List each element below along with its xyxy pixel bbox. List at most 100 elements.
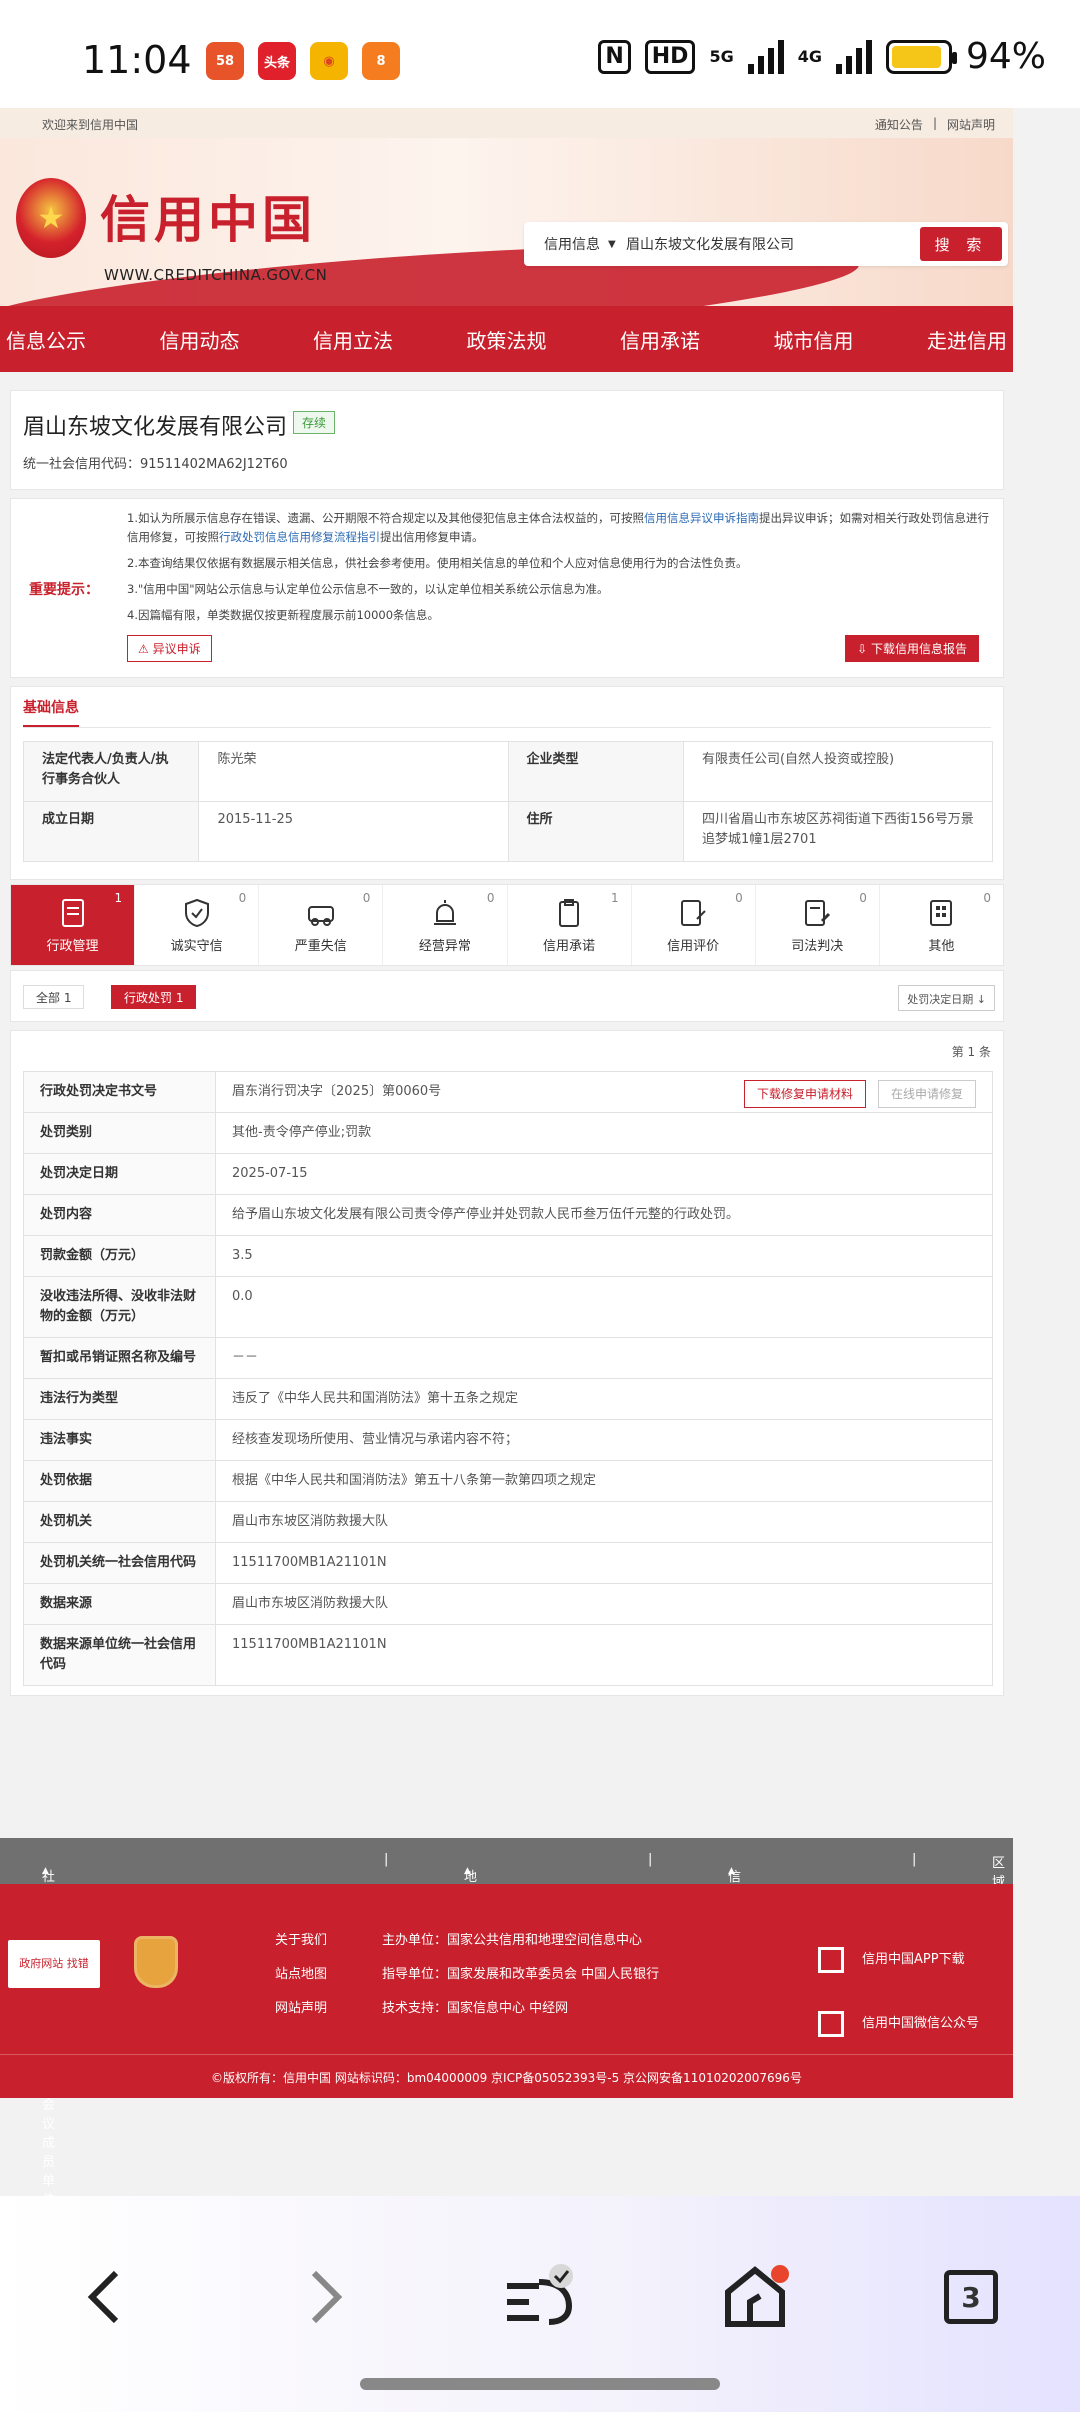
nfc-icon: N — [598, 39, 631, 74]
tab-count: 0 — [983, 891, 991, 905]
tab-judgment[interactable]: 0 司法判决 — [756, 885, 880, 965]
notice-card: 重要提示： 1.如认为所展示信息存在错误、遗漏、公开期限不符合规定以及其他侵犯信… — [10, 498, 1004, 678]
tab-label: 信用评价 — [667, 938, 720, 954]
appeal-guide-link[interactable]: 信用信息异议申诉指南 — [644, 511, 759, 525]
download-report-button[interactable]: ⇩ 下载信用信息报告 — [845, 635, 979, 662]
field-label: 违法行为类型 — [23, 1378, 216, 1420]
site-header: ★ 信用中国 WWW.CREDITCHINA.GOV.CN 信用信息 ▼ 眉山东… — [0, 138, 1013, 306]
table-row: 数据来源单位统一社会信用代码 11511700MB1A21101N — [23, 1624, 993, 1686]
filter-penalty-chip[interactable]: 行政处罚 1 — [111, 985, 197, 1009]
table-row: 处罚类别 其他-责令停产停业;罚款 — [23, 1112, 993, 1154]
penalty-detail-card: 第 1 条 行政处罚决定书文号 眉东消行罚决字〔2025〕第0060号 下载修复申… — [10, 1030, 1004, 1696]
site-logo[interactable]: 信用中国 — [100, 180, 316, 252]
search-type-select[interactable]: 信用信息 ▼ — [524, 234, 620, 254]
field-value: 四川省眉山市东坡区苏祠街道下西街156号万景追梦城1幢1层2701 — [682, 801, 994, 862]
tabs-button[interactable]: 3 — [926, 2252, 1016, 2342]
statement-link[interactable]: 网站声明 — [275, 1992, 327, 2026]
tab-commitment[interactable]: 1 信用承诺 — [508, 885, 632, 965]
host-unit: 主办单位：国家公共信用和地理空间信息中心 — [382, 1933, 643, 1948]
caret-up-icon: ▲ — [728, 1866, 735, 1876]
notice-link[interactable]: 通知公告 — [875, 116, 923, 133]
field-value: 有限责任公司(自然人投资或控股) — [682, 741, 994, 802]
tab-evaluation[interactable]: 0 信用评价 — [632, 885, 756, 965]
notice-items: 1.如认为所展示信息存在错误、遗漏、公开期限不符合规定以及其他侵犯信息主体合法权… — [127, 509, 995, 632]
tab-serious-dishonesty[interactable]: 0 严重失信 — [259, 885, 384, 965]
ai-assistant-button[interactable] — [494, 2252, 584, 2342]
company-name: 眉山东坡文化发展有限公司 — [23, 415, 288, 440]
tab-label: 信用承诺 — [543, 938, 596, 954]
appeal-label: 异议申诉 — [152, 642, 201, 656]
search-button[interactable]: 搜 索 — [920, 227, 1002, 261]
nav-item-legislation[interactable]: 信用立法 — [313, 325, 393, 354]
sitemap-link[interactable]: 站点地图 — [275, 1958, 327, 1992]
field-value: 11511700MB1A21101N — [215, 1624, 993, 1686]
sort-select[interactable]: 处罚决定日期 ↓ — [898, 985, 995, 1011]
field-value: 其他-责令停产停业;罚款 — [215, 1112, 993, 1154]
tab-count: 1 — [610, 891, 619, 905]
table-row: 处罚依据 根据《中华人民共和国消防法》第五十八条第一款第四项之规定 — [23, 1460, 993, 1502]
search-type-label: 信用信息 — [544, 237, 600, 253]
tab-count: 1 — [114, 891, 123, 905]
gov-site-error-badge[interactable]: 政府网站 找错 — [8, 1940, 100, 1988]
field-label: 处罚类别 — [23, 1112, 216, 1154]
search-input[interactable]: 眉山东坡文化发展有限公司 — [620, 234, 920, 254]
table-row: 处罚机关 眉山市东坡区消防救援大队 — [23, 1501, 993, 1543]
tab-abnormal[interactable]: 0 经营异常 — [383, 885, 508, 965]
nav-item-info[interactable]: 信息公示 — [6, 325, 86, 354]
table-row: 没收违法所得、没收非法财物的金额（万元） 0.0 — [23, 1276, 993, 1338]
status-icons: N HD 5G 4G 94% — [598, 36, 1046, 77]
tab-count: 0 — [362, 891, 371, 905]
top-bar: 欢迎来到信用中国 通知公告 | 网站声明 — [0, 108, 1013, 138]
nav-item-news[interactable]: 信用动态 — [160, 325, 240, 354]
tab-admin[interactable]: 1 行政管理 — [11, 885, 136, 965]
field-value: 眉山市东坡区消防救援大队 — [215, 1583, 993, 1625]
download-label: 下载信用信息报告 — [870, 642, 967, 656]
tab-other[interactable]: 0 其他 — [880, 885, 1003, 965]
notice-label: 重要提示： — [29, 582, 99, 598]
wechat-link[interactable]: 信用中国微信公众号 — [818, 1992, 979, 2056]
arrow-down-icon: ↓ — [976, 993, 986, 1006]
credit-code-label: 统一社会信用代码： — [23, 457, 141, 472]
app-download-label: 信用中国APP下载 — [862, 1952, 965, 1967]
about-link[interactable]: 关于我们 — [275, 1924, 327, 1958]
forward-button[interactable] — [280, 2252, 370, 2342]
field-value: 违反了《中华人民共和国消防法》第十五条之规定 — [215, 1378, 993, 1420]
divider — [23, 727, 991, 728]
repair-guide-link[interactable]: 行政处罚信息信用修复流程指引 — [219, 530, 380, 544]
notice-item-4: 4.因篇幅有限，单类数据仅按更新程度展示前10000条信息。 — [127, 608, 440, 622]
field-label: 处罚依据 — [23, 1460, 216, 1502]
separator: | — [648, 1852, 653, 1867]
nav-item-commitment[interactable]: 信用承诺 — [620, 325, 700, 354]
battery-percent: 94% — [965, 36, 1046, 77]
notice-text: 提出信用修复申请。 — [380, 530, 484, 544]
online-repair-button[interactable]: 在线申请修复 — [877, 1080, 976, 1108]
home-icon — [725, 2265, 789, 2327]
national-emblem-icon: ★ — [16, 178, 86, 258]
nav-item-about[interactable]: 走进信用 — [927, 325, 1007, 354]
tab-integrity[interactable]: 0 诚实守信 — [135, 885, 260, 965]
person-icon: ⚠ — [138, 642, 153, 656]
table-row: 行政处罚决定书文号 眉东消行罚决字〔2025〕第0060号 下载修复申请材料 在线申… — [23, 1071, 993, 1113]
field-value: 根据《中华人民共和国消防法》第五十八条第一款第四项之规定 — [215, 1460, 993, 1502]
field-value: 眉山市东坡区消防救援大队 — [215, 1501, 993, 1543]
notice-item-1: 1.如认为所展示信息存在错误、遗漏、公开期限不符合规定以及其他侵犯信息主体合法权… — [127, 509, 995, 547]
appeal-button[interactable]: ⚠ 异议申诉 — [127, 635, 212, 662]
welcome-text: 欢迎来到信用中国 — [42, 118, 139, 132]
nav-item-policy[interactable]: 政策法规 — [467, 325, 547, 354]
home-button[interactable] — [710, 2252, 800, 2342]
document-icon — [61, 898, 84, 927]
caret-up-icon: ▲ — [464, 1866, 471, 1876]
download-repair-materials-button[interactable]: 下载修复申请材料 — [743, 1080, 866, 1108]
back-button[interactable] — [60, 2252, 150, 2342]
signal-5g-icon — [747, 39, 784, 74]
filter-all-chip[interactable]: 全部 1 — [23, 985, 85, 1009]
gesture-bar[interactable] — [360, 2378, 720, 2390]
nav-item-city[interactable]: 城市信用 — [774, 325, 854, 354]
battery-icon — [885, 39, 957, 74]
qr-code-icon — [818, 1947, 844, 1973]
statement-link[interactable]: 网站声明 — [947, 116, 995, 133]
app-download-link[interactable]: 信用中国APP下载 — [818, 1928, 979, 1992]
field-label: 法定代表人/负责人/执行事务合伙人 — [22, 741, 200, 802]
4g-label: 4G — [797, 47, 822, 66]
tab-count: 0 — [735, 891, 743, 905]
